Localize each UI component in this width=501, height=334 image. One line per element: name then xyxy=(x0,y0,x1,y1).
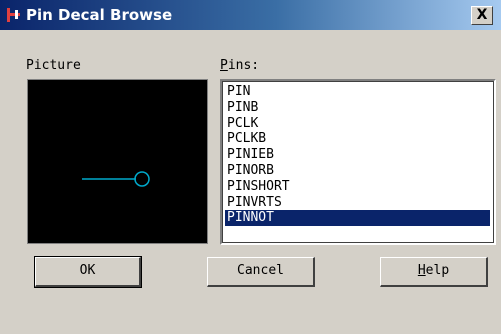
picture-preview xyxy=(27,79,208,244)
pins-label: Pins: xyxy=(220,58,260,73)
title-bar[interactable]: Pin Decal Browse X xyxy=(0,0,501,30)
pin-list-item[interactable]: PINB xyxy=(225,100,490,116)
close-button[interactable]: X xyxy=(471,6,493,25)
app-icon xyxy=(6,7,22,23)
pin-list-item[interactable]: PINSHORT xyxy=(225,179,490,195)
window-title: Pin Decal Browse xyxy=(26,6,173,24)
pin-list-item[interactable]: PINNOT xyxy=(225,210,490,227)
pin-list-item[interactable]: PINVRTS xyxy=(225,195,490,211)
pin-list-item[interactable]: PINORB xyxy=(225,163,490,179)
pin-list-item[interactable]: PCLK xyxy=(225,116,490,132)
cancel-button[interactable]: Cancel xyxy=(207,257,315,287)
pin-list-item[interactable]: PCLKB xyxy=(225,131,490,147)
pin-list-item[interactable]: PINIEB xyxy=(225,147,490,163)
picture-label: Picture xyxy=(26,58,81,73)
pin-list-item[interactable]: PIN xyxy=(225,84,490,100)
help-button[interactable]: Help xyxy=(380,257,488,287)
pin-decal-preview xyxy=(82,171,150,187)
ok-button[interactable]: OK xyxy=(34,256,142,288)
pins-listbox[interactable]: PIN PINB PCLK PCLKB PINIEB PINORB PINSHORT PINV… xyxy=(220,79,496,245)
